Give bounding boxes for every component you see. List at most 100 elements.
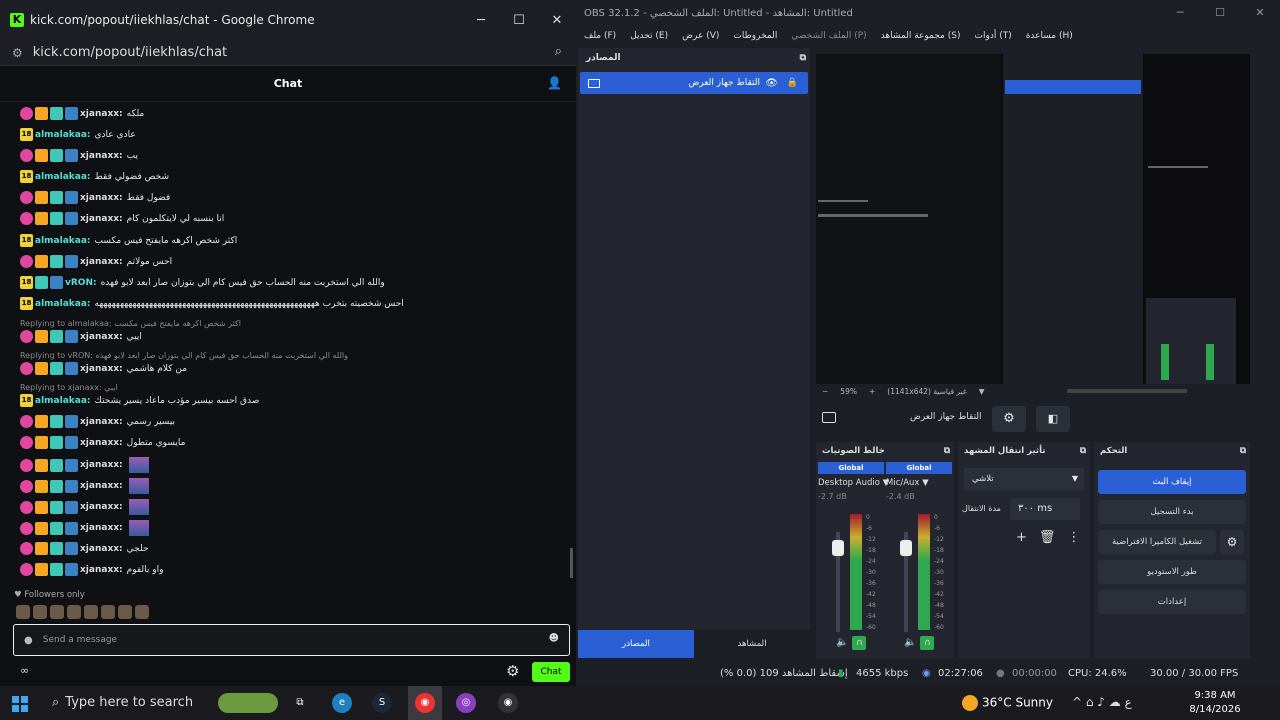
username[interactable]: xjanaxx:: [80, 481, 123, 491]
headphones-icon[interactable]: ∩: [920, 636, 935, 650]
username[interactable]: xjanaxx:: [80, 193, 123, 203]
menu-item[interactable]: تحديل (E): [630, 31, 668, 41]
chat-message[interactable]: xjanaxx: واو بالفوم: [20, 563, 163, 576]
maximize-icon[interactable]: ☐: [1200, 0, 1240, 26]
virtual-camera-button[interactable]: تشغيل الكاميرا الافتراضية: [1098, 530, 1216, 554]
fader-knob[interactable]: [900, 540, 912, 556]
username[interactable]: xjanaxx:: [80, 438, 123, 448]
chat-message[interactable]: xjanaxx:: [20, 520, 149, 536]
chat-message[interactable]: xjanaxx: فضول فقط: [20, 191, 170, 204]
close-icon[interactable]: ✕: [538, 0, 576, 40]
chrome-icon[interactable]: ◉: [415, 693, 435, 713]
task-view-icon[interactable]: ⧉: [290, 693, 310, 713]
speaker-icon[interactable]: 🔈: [836, 637, 848, 648]
preview-canvas[interactable]: [816, 54, 1250, 384]
gear-icon[interactable]: ⚙: [992, 406, 1026, 432]
source-item[interactable]: التقاط جهاز العرض 👁 🔒: [580, 72, 808, 94]
chat-message[interactable]: xjanaxx: من كلام هاشمي: [20, 362, 187, 375]
username[interactable]: xjanaxx:: [80, 109, 123, 119]
app-icon[interactable]: ◎: [456, 693, 476, 713]
username[interactable]: xjanaxx:: [80, 502, 123, 512]
url-text[interactable]: kick.com/popout/iiekhlas/chat: [33, 45, 227, 60]
popout-icon[interactable]: ⧉: [1240, 442, 1246, 460]
site-settings-icon[interactable]: ⚙: [12, 46, 23, 60]
menu-item[interactable]: ملف (F): [584, 31, 616, 41]
zoom-icon[interactable]: ⌕: [555, 44, 562, 59]
menu-item[interactable]: مجموعة المشاهد (S): [881, 31, 961, 41]
username[interactable]: xjanaxx:: [80, 417, 123, 427]
preview-scrollbar[interactable]: [1066, 389, 1187, 393]
menu-item[interactable]: المخروطات: [733, 31, 777, 41]
trash-icon[interactable]: 🗑: [1039, 530, 1056, 545]
plus-icon[interactable]: +: [1016, 530, 1027, 545]
username[interactable]: xjanaxx:: [80, 364, 123, 374]
zoom-in-icon[interactable]: +: [869, 387, 875, 396]
obs-icon[interactable]: ◉: [498, 693, 518, 713]
username[interactable]: almalakaa:: [35, 130, 91, 140]
username[interactable]: xjanaxx:: [80, 523, 123, 533]
username[interactable]: xjanaxx:: [80, 257, 123, 267]
gear-icon[interactable]: ⚙: [506, 662, 519, 680]
chat-message[interactable]: 18 almalakaa: اكثر شخص اكرهه مايفتح فيس مك…: [20, 234, 237, 247]
chat-send-button[interactable]: Chat: [532, 662, 570, 682]
gear-icon[interactable]: ⚙: [1220, 530, 1244, 554]
avatar[interactable]: [67, 605, 81, 619]
chevron-down-icon[interactable]: ▼: [979, 387, 985, 396]
transition-select[interactable]: تلاشي ▼: [964, 468, 1084, 490]
windows-start-icon[interactable]: [12, 696, 28, 712]
chat-scrollbar[interactable]: [570, 548, 573, 578]
username[interactable]: xjanaxx:: [80, 332, 123, 342]
username[interactable]: almalakaa:: [35, 299, 91, 309]
username[interactable]: almalakaa:: [35, 396, 91, 406]
studio-mode-button[interactable]: طور الاستوديو: [1098, 560, 1246, 584]
channel-name[interactable]: Mic/Aux ▼: [886, 478, 952, 488]
fader-knob[interactable]: [832, 540, 844, 556]
username[interactable]: almalakaa:: [35, 236, 91, 246]
chat-message[interactable]: xjanaxx: مايسوي متطول: [20, 436, 185, 449]
chat-message[interactable]: xjanaxx: ملكه: [20, 107, 144, 120]
address-bar[interactable]: ⚙ kick.com/popout/iiekhlas/chat ⌕: [0, 40, 576, 66]
emoji-icon[interactable]: ☻: [549, 633, 559, 644]
clock[interactable]: 9:38 AM 8/14/2026: [1186, 689, 1244, 717]
zoom-out-icon[interactable]: −: [822, 387, 828, 396]
popout-icon[interactable]: ⧉: [800, 48, 806, 68]
eye-icon[interactable]: 👁: [765, 78, 778, 89]
avatar[interactable]: [101, 605, 115, 619]
popout-icon[interactable]: ⧉: [1080, 442, 1086, 460]
menu-item[interactable]: عرض (V): [682, 31, 719, 41]
maximize-icon[interactable]: ☐: [500, 0, 538, 40]
speaker-icon[interactable]: 🔈: [904, 637, 916, 648]
avatar[interactable]: [33, 605, 47, 619]
chat-message[interactable]: xjanaxx: حلجي: [20, 542, 149, 555]
channel-name[interactable]: Desktop Audio ▼: [818, 478, 889, 488]
chat-message[interactable]: 18 almalakaa: احس شخصيته بتخرب ههههههههههه…: [20, 297, 404, 310]
chat-message[interactable]: 18 vRON: والله الي استخربت منه الحساب حق ف…: [20, 276, 385, 289]
lock-icon[interactable]: 🔒: [787, 78, 798, 88]
menu-item[interactable]: مساعدة (H): [1026, 31, 1073, 41]
duration-input[interactable]: ٣٠٠ ms: [1010, 498, 1080, 520]
taskbar-search[interactable]: ⌕ Type here to search: [52, 695, 193, 710]
chat-message[interactable]: xjanaxx:: [20, 478, 149, 494]
chat-message[interactable]: 18 almalakaa: صدق احسه بيسير مؤدب ماعاد يس…: [20, 394, 259, 407]
headphones-icon[interactable]: ∩: [852, 636, 867, 650]
chat-message[interactable]: xjanaxx: ايبي: [20, 330, 142, 343]
popout-icon[interactable]: ⧉: [944, 442, 950, 460]
user-list-icon[interactable]: 👤: [547, 76, 562, 90]
username[interactable]: xjanaxx:: [80, 460, 123, 470]
edge-icon[interactable]: e: [332, 693, 352, 713]
chat-message[interactable]: 18 almalakaa: عادي عادي: [20, 128, 136, 141]
chat-message[interactable]: xjanaxx: يب: [20, 149, 138, 162]
menu-item[interactable]: الملف الشخصي (P): [791, 31, 866, 41]
avatar[interactable]: [16, 605, 30, 619]
username[interactable]: xjanaxx:: [80, 214, 123, 224]
menu-item[interactable]: أدوات (T): [975, 31, 1012, 41]
infinity-label[interactable]: ∞: [20, 664, 29, 677]
chat-message[interactable]: xjanaxx: بيسير رسمي: [20, 415, 175, 428]
chat-message[interactable]: xjanaxx: انا بنسبه لي لايتكلمون كام: [20, 212, 224, 225]
chat-message[interactable]: xjanaxx:: [20, 457, 149, 473]
system-tray[interactable]: ^ ⌂ ♪ ☁ ع: [1072, 695, 1132, 709]
chat-message[interactable]: xjanaxx:: [20, 499, 149, 515]
minimize-icon[interactable]: ─: [1160, 0, 1200, 26]
avatar[interactable]: [135, 605, 149, 619]
chat-messages[interactable]: xjanaxx: ملكه 18 almalakaa: عادي عادي xjana…: [0, 103, 576, 583]
